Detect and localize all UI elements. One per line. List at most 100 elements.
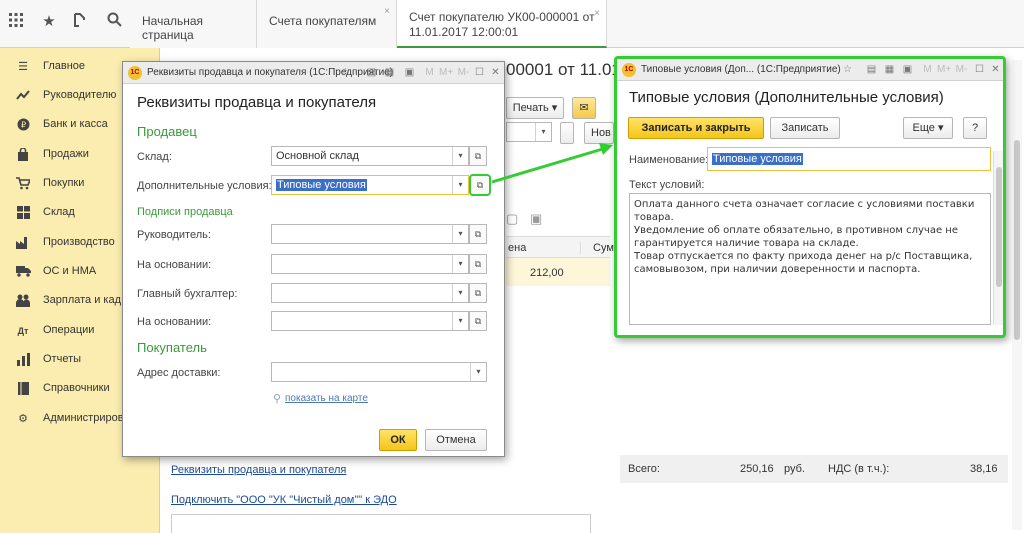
name-field[interactable]: Типовые условия <box>707 147 991 171</box>
open-extra-terms-button[interactable]: ⧉ <box>469 174 491 196</box>
save-and-close-button[interactable]: Записать и закрыть <box>628 117 764 139</box>
document-icon[interactable]: ▤ <box>865 63 878 76</box>
cancel-button[interactable]: Отмена <box>425 429 487 451</box>
bookmark-icon[interactable]: ☆ <box>841 63 854 76</box>
document-open-button[interactable] <box>560 122 574 144</box>
new-button[interactable]: Нов <box>584 122 614 144</box>
tab-invoices[interactable]: Счета покупателям × <box>257 0 397 48</box>
app-logo-icon: 1С <box>622 63 636 77</box>
head-label: Руководитель: <box>137 229 211 241</box>
vat-value: 38,16 <box>970 463 998 475</box>
ok-button[interactable]: ОК <box>379 429 417 451</box>
sidebar-item-label: Главное <box>43 60 86 72</box>
section-buyer: Покупатель <box>137 340 207 355</box>
warehouse-icon <box>16 206 30 220</box>
open-accountant-button[interactable]: ⧉ <box>469 283 487 303</box>
document-field-fragment[interactable]: ▾ <box>506 122 552 142</box>
sidebar-item-label: Банк и касса <box>43 118 108 130</box>
bag-icon <box>16 147 30 162</box>
row-price: 212,00 <box>530 267 564 279</box>
copy-icon[interactable]: ▢ <box>506 211 526 231</box>
scroll-thumb[interactable] <box>1014 140 1020 340</box>
calendar-icon[interactable]: ▣ <box>403 66 416 79</box>
menu-icon: ☰ <box>18 61 28 73</box>
head-field[interactable]: ▾ <box>271 224 469 244</box>
warehouse-field[interactable]: Основной склад ▾ <box>271 146 469 166</box>
dialog-window-title: Реквизиты продавца и покупателя (1С:Пред… <box>147 67 394 78</box>
calendar-icon[interactable]: ▣ <box>901 63 914 76</box>
print-button[interactable]: Печать ▾ <box>506 97 564 119</box>
head-basis-field[interactable]: ▾ <box>271 254 469 274</box>
save-button[interactable]: Записать <box>770 117 840 139</box>
sidebar-item-label: Зарплата и кад <box>43 294 122 306</box>
terms-text-label: Текст условий: <box>629 179 705 191</box>
chevron-down-icon[interactable]: ▾ <box>452 284 468 302</box>
dialog-scrollbar[interactable] <box>993 151 1003 325</box>
close-icon[interactable]: × <box>384 6 390 17</box>
chevron-down-icon[interactable]: ▾ <box>452 312 468 330</box>
close-icon[interactable]: × <box>594 6 600 21</box>
currency-label: руб. <box>784 463 805 475</box>
coin-icon: ₽ <box>16 118 30 132</box>
table-icon[interactable]: ▦ <box>383 66 396 79</box>
factory-icon <box>16 236 30 250</box>
table-icon[interactable]: ▦ <box>883 63 896 76</box>
name-value: Типовые условия <box>712 153 803 165</box>
accountant-label: Главный бухгалтер: <box>137 288 238 300</box>
maximize-icon[interactable]: ☐ <box>473 66 486 79</box>
close-icon[interactable]: ✕ <box>989 63 1002 76</box>
open-accountant-basis-button[interactable]: ⧉ <box>469 311 487 331</box>
sidebar-item-label: Операции <box>43 324 95 336</box>
signatures-heading: Подписи продавца <box>137 206 233 218</box>
scroll-thumb[interactable] <box>996 167 1002 287</box>
chevron-down-icon[interactable]: ▾ <box>452 225 468 243</box>
terms-text-area[interactable]: Оплата данного счета означает согласие с… <box>629 193 991 325</box>
warehouse-label: Склад: <box>137 151 172 163</box>
more-button[interactable]: Еще ▾ <box>903 117 953 139</box>
gear-icon: ⚙ <box>18 413 28 425</box>
tab-invoice-document[interactable]: Счет покупателю УК00-000001 от 11.01.201… <box>397 0 607 48</box>
apps-grid-icon[interactable] <box>6 12 26 32</box>
accountant-basis-field[interactable]: ▾ <box>271 311 469 331</box>
search-icon[interactable] <box>104 12 124 32</box>
sidebar-item-label: Справочники <box>43 382 110 394</box>
table-row[interactable]: 212,00 <box>506 258 610 286</box>
star-icon[interactable]: ★ <box>39 12 59 32</box>
envelope-icon: ✉ <box>579 102 589 114</box>
open-head-button[interactable]: ⧉ <box>469 224 487 244</box>
mail-button[interactable]: ✉ <box>572 97 596 119</box>
extra-terms-field[interactable]: Типовые условия ▾ <box>271 175 469 195</box>
table-header: ена Сум <box>506 236 614 258</box>
help-button[interactable]: ? <box>963 117 987 139</box>
show-on-map-link[interactable]: показать на карте <box>285 393 368 404</box>
document-icon[interactable]: ▤ <box>365 66 378 79</box>
dialog-titlebar: 1С Реквизиты продавца и покупателя (1С:П… <box>123 62 504 84</box>
terms-text-line: Товар отпускается по факту прихода денег… <box>634 251 973 262</box>
requisites-link[interactable]: Реквизиты продавца и покупателя <box>171 464 346 476</box>
tab-home[interactable]: Начальная страница <box>130 0 257 48</box>
chevron-down-icon[interactable]: ▾ <box>452 176 468 194</box>
sidebar-item-label: Отчеты <box>43 353 82 365</box>
chevron-down-icon[interactable]: ▾ <box>452 147 468 165</box>
open-warehouse-button[interactable]: ⧉ <box>469 146 487 166</box>
delivery-address-field[interactable]: ▾ <box>271 362 487 382</box>
chevron-down-icon[interactable]: ▾ <box>535 123 551 141</box>
close-icon[interactable]: ✕ <box>489 66 502 79</box>
memory-plus-icon: M+ <box>937 64 952 75</box>
chevron-down-icon[interactable]: ▾ <box>470 363 486 381</box>
total-value: 250,16 <box>740 463 774 475</box>
paste-icon[interactable]: ▣ <box>530 211 550 231</box>
history-icon[interactable] <box>70 12 90 32</box>
edo-connect-link[interactable]: Подключить "ООО "УК "Чистый дом"" к ЭДО <box>171 494 397 506</box>
comment-field[interactable] <box>171 514 591 533</box>
book-icon <box>16 382 30 396</box>
top-bar: ★ Начальная страница Счета покупателям ×… <box>0 0 1024 48</box>
open-head-basis-button[interactable]: ⧉ <box>469 254 487 274</box>
requisites-dialog: 1С Реквизиты продавца и покупателя (1С:П… <box>122 61 505 457</box>
bookmark-icon[interactable]: ☆ <box>339 66 352 79</box>
accountant-field[interactable]: ▾ <box>271 283 469 303</box>
chart-icon <box>16 353 30 367</box>
maximize-icon[interactable]: ☐ <box>973 63 986 76</box>
chevron-down-icon[interactable]: ▾ <box>452 255 468 273</box>
main-scrollbar[interactable] <box>1012 60 1022 530</box>
